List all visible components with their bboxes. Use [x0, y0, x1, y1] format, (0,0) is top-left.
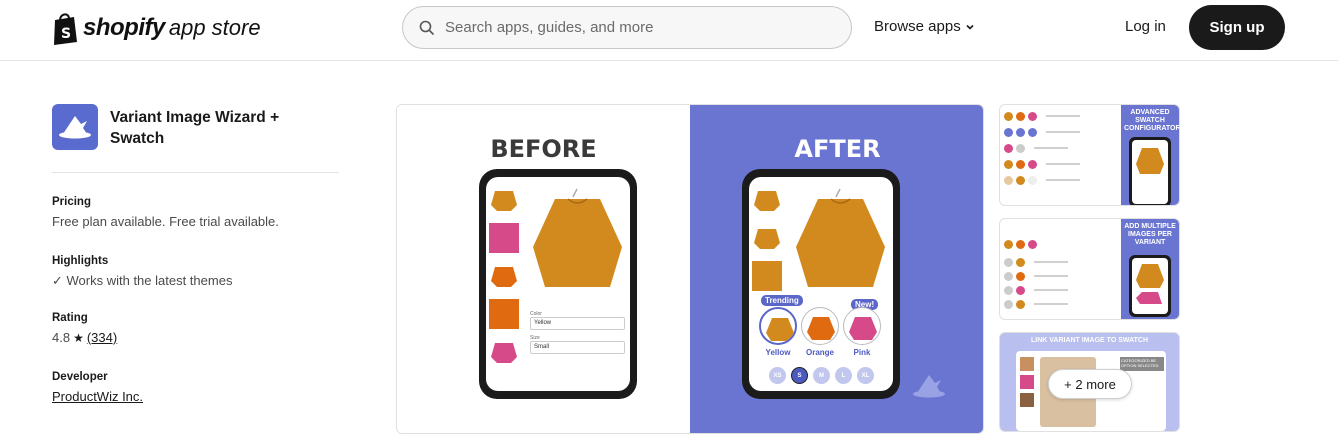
mini-row — [1004, 255, 1068, 269]
swatch-label-pink: Pink — [853, 348, 871, 357]
mini-row — [1004, 157, 1080, 171]
size-select: Small — [530, 341, 625, 354]
screenshot-thumbnail-2[interactable]: ADD MULTIPLE IMAGES PER VARIANT — [999, 218, 1180, 320]
top-header: S shopify app store Browse apps Log in S… — [0, 0, 1338, 61]
color-select: Yellow — [530, 317, 625, 330]
rating-label: Rating — [52, 312, 88, 324]
thumbnail-3-badge: CATEGORIZED BE OPTION SELECTED — [1120, 357, 1164, 371]
size-l: L — [835, 367, 852, 384]
search-input[interactable] — [445, 19, 825, 36]
mini-swatch — [1020, 375, 1034, 389]
main-garment-image — [796, 188, 885, 287]
mini-swatch — [1020, 393, 1034, 407]
mini-row — [1004, 297, 1068, 311]
size-m: M — [813, 367, 830, 384]
search-icon — [419, 20, 435, 35]
browse-apps-label: Browse apps — [874, 18, 961, 35]
pricing-value: Free plan available. Free trial availabl… — [52, 214, 279, 229]
mini-row — [1004, 125, 1080, 139]
swatch-yellow — [759, 307, 797, 345]
mini-row — [1004, 173, 1080, 187]
app-name: Variant Image Wizard + Swatch — [110, 109, 280, 147]
thumb-mustard — [754, 191, 780, 211]
before-panel: BEFORE Color Yellow Size Small — [397, 105, 690, 433]
wizard-hat-watermark-icon — [913, 375, 945, 398]
swatch-label-orange: Orange — [805, 348, 834, 357]
after-phone-screen: Trending New! Yellow Orange Pink XS S M … — [749, 177, 893, 391]
after-panel: AFTER Trending New! Yellow Orange Pink X… — [690, 105, 983, 433]
mini-row — [1004, 109, 1080, 123]
thumbnail-1-panel: ADVANCED SWATCH CONFIGURATOR — [1121, 105, 1179, 205]
before-title: BEFORE — [490, 135, 597, 163]
size-xs: XS — [769, 367, 786, 384]
thumbnail-2-panel: ADD MULTIPLE IMAGES PER VARIANT — [1121, 219, 1179, 319]
mini-phone — [1129, 255, 1171, 317]
before-phone: Color Yellow Size Small — [479, 169, 637, 399]
svg-text:S: S — [61, 26, 71, 42]
logo-shopify-text: shopify — [83, 14, 165, 41]
thumb-pink-2 — [491, 343, 517, 363]
highlights-section: Highlights ✓ Works with the latest theme… — [52, 255, 232, 289]
mini-row — [1004, 269, 1068, 283]
highlights-value: ✓ Works with the latest themes — [52, 273, 233, 288]
rating-count-link[interactable]: (334) — [87, 330, 117, 345]
mini-phone — [1129, 137, 1171, 205]
after-phone: Trending New! Yellow Orange Pink XS S M … — [742, 169, 900, 399]
mini-row — [1004, 141, 1068, 155]
shopify-app-store-logo[interactable]: S shopify app store — [52, 10, 261, 46]
thumbnail-3-title: LINK VARIANT IMAGE TO SWATCH — [1030, 337, 1149, 344]
pricing-section: Pricing Free plan available. Free trial … — [52, 196, 279, 229]
thumb-mustard — [491, 191, 517, 211]
mini-row — [1004, 283, 1068, 297]
rating-row: 4.8 ★ (334) — [52, 330, 117, 345]
thumb-pink — [489, 223, 519, 253]
app-icon — [52, 104, 98, 150]
thumb-mustard-2 — [754, 229, 780, 249]
thumb-mustard-fabric — [752, 261, 782, 291]
signup-button[interactable]: Sign up — [1189, 5, 1285, 50]
browse-apps-menu[interactable]: Browse apps — [874, 18, 975, 35]
thumbnail-1-title: ADVANCED SWATCH CONFIGURATOR — [1124, 109, 1180, 132]
after-title: AFTER — [794, 135, 881, 163]
divider — [52, 172, 339, 173]
size-s: S — [791, 367, 808, 384]
swatch-pink — [843, 307, 881, 345]
pricing-label: Pricing — [52, 196, 91, 208]
thumb-orange — [491, 267, 517, 287]
thumb-orange-fabric — [489, 299, 519, 329]
login-link[interactable]: Log in — [1125, 18, 1166, 35]
developer-label: Developer — [52, 371, 108, 383]
highlights-label: Highlights — [52, 255, 109, 267]
trending-tag: Trending — [761, 295, 803, 306]
swatch-orange — [801, 307, 839, 345]
chevron-down-icon — [966, 24, 974, 30]
thumbnail-2-title: ADD MULTIPLE IMAGES PER VARIANT — [1124, 223, 1176, 246]
mini-swatch — [1020, 357, 1034, 371]
size-xl: XL — [857, 367, 874, 384]
developer-link[interactable]: ProductWiz Inc. — [52, 389, 143, 404]
rating-section: Rating 4.8 ★ (334) — [52, 312, 117, 345]
hero-screenshot[interactable]: BEFORE Color Yellow Size Small AFTER Tre… — [396, 104, 984, 434]
star-icon: ★ — [73, 330, 84, 345]
search-bar[interactable] — [402, 6, 852, 49]
rating-value: 4.8 — [52, 330, 71, 345]
wizard-hat-icon — [59, 116, 91, 139]
mini-row — [1004, 237, 1037, 251]
logo-app-store-text: app store — [168, 15, 261, 40]
screenshot-thumbnail-1[interactable]: ADVANCED SWATCH CONFIGURATOR — [999, 104, 1180, 206]
developer-section: Developer ProductWiz Inc. — [52, 371, 143, 406]
main-garment-image — [533, 188, 622, 287]
before-phone-screen: Color Yellow Size Small — [486, 177, 630, 391]
shopify-bag-icon: S — [54, 12, 77, 45]
swatch-label-yellow: Yellow — [765, 348, 791, 357]
more-screenshots-button[interactable]: + 2 more — [1048, 369, 1132, 399]
